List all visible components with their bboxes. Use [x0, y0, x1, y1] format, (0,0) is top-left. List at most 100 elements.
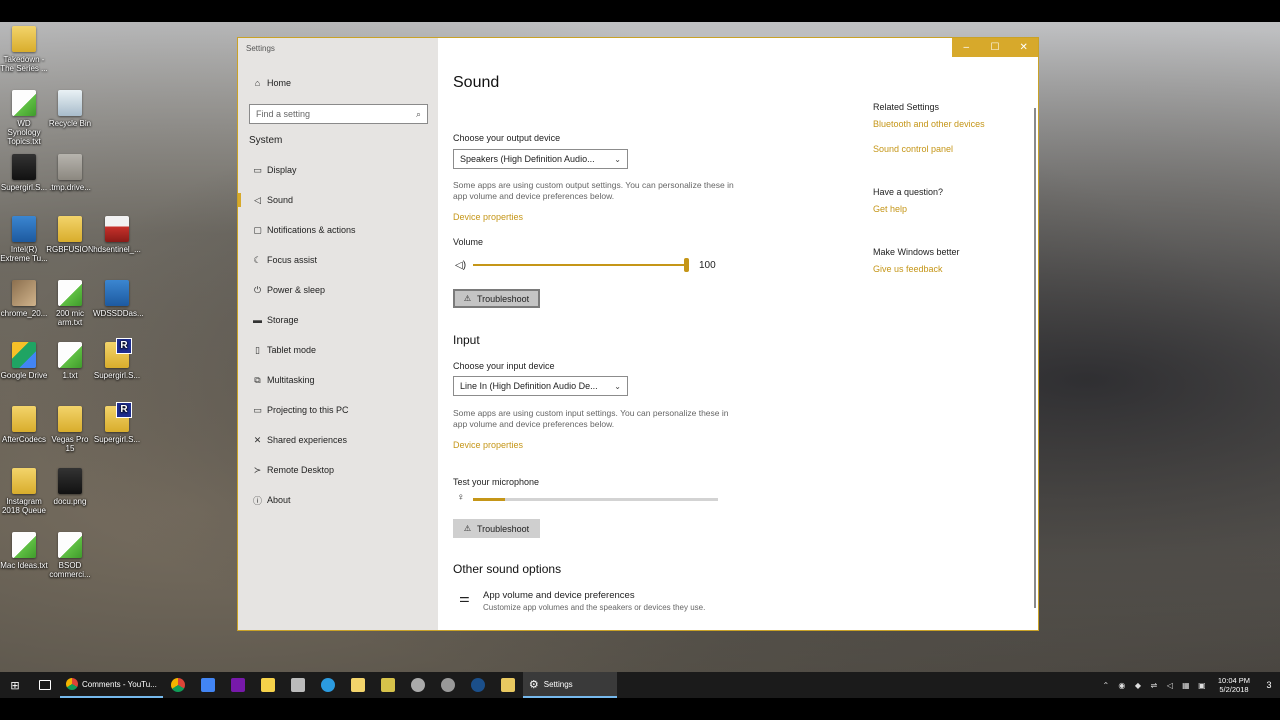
task-view-icon[interactable] [30, 672, 60, 698]
moon-icon: ☾ [253, 254, 262, 265]
desktop-icon[interactable]: RGBFUSION [46, 216, 94, 254]
network-icon[interactable]: ▦ [1179, 681, 1193, 690]
app-volume-link[interactable]: App volume and device preferences [483, 590, 635, 601]
power-icon: ⏻ [253, 284, 262, 295]
sidebar-item-tablet-mode[interactable]: ▯ Tablet mode [248, 339, 428, 361]
desktop-icon[interactable]: docu.png [46, 468, 94, 506]
folder-icon [58, 406, 82, 432]
output-troubleshoot-button[interactable]: ⚠ Troubleshoot [453, 289, 540, 308]
folder-icon[interactable] [493, 672, 523, 698]
desktop-icon[interactable]: 200 mic arm.txt [46, 280, 94, 327]
app-icon[interactable] [313, 672, 343, 698]
desktop-icon[interactable]: Recycle Bin [46, 90, 94, 128]
folder-icon [12, 468, 36, 494]
desktop-icon[interactable]: Intel(R) Extreme Tu... [0, 216, 48, 263]
desktop-icon[interactable]: Supergirl.S... [0, 154, 48, 192]
volume-slider-track[interactable] [473, 264, 686, 266]
chevron-up-icon[interactable]: ⌃ [1099, 681, 1113, 690]
settings-sidebar: Settings ⌂ Home Find a setting ⌕ System … [238, 38, 438, 630]
usb-icon[interactable]: ⇌ [1147, 681, 1161, 690]
folder-icon [58, 216, 82, 242]
display-icon: ▭ [253, 164, 262, 175]
get-help-link[interactable]: Get help [873, 204, 907, 214]
steam-icon[interactable] [463, 672, 493, 698]
security-icon[interactable]: ▣ [1195, 681, 1209, 690]
sidebar-item-display[interactable]: ▭ Display [248, 159, 428, 181]
sidebar-item-focus-assist[interactable]: ☾ Focus assist [248, 249, 428, 271]
sticky-notes-icon[interactable] [253, 672, 283, 698]
speaker-icon[interactable]: ◁ [1163, 681, 1177, 690]
sidebar-item-about[interactable]: ⓘ About [248, 489, 428, 511]
scrollbar[interactable] [1034, 108, 1036, 608]
chrome-icon[interactable] [163, 672, 193, 698]
feedback-link[interactable]: Give us feedback [873, 264, 943, 274]
app-icon[interactable] [373, 672, 403, 698]
sidebar-item-remote-desktop[interactable]: ≻ Remote Desktop [248, 459, 428, 481]
sidebar-item-power-sleep[interactable]: ⏻ Power & sleep [248, 279, 428, 301]
desktop-icon[interactable]: BSOD commerci... [46, 532, 94, 579]
sidebar-item-shared-experiences[interactable]: ✕ Shared experiences [248, 429, 428, 451]
input-troubleshoot-button[interactable]: ⚠ Troubleshoot [453, 519, 540, 538]
text-file-icon [12, 90, 36, 116]
desktop-icon[interactable]: chrome_20... [0, 280, 48, 318]
warning-icon: ⚠ [463, 524, 471, 533]
find-setting-input[interactable]: Find a setting ⌕ [249, 104, 428, 124]
start-button[interactable]: ⊞ [0, 672, 30, 698]
desktop-icon[interactable]: Instagram 2018 Queue [0, 468, 48, 515]
desktop-icon[interactable]: Vegas Pro 15 [46, 406, 94, 453]
onenote-icon[interactable] [223, 672, 253, 698]
equalizer-icon: ⚌ [459, 591, 470, 605]
mic-level-track [473, 498, 718, 501]
desktop-icon[interactable]: Supergirl.S... [93, 338, 141, 380]
sound-control-panel-link[interactable]: Sound control panel [873, 144, 953, 154]
output-device-dropdown[interactable]: Speakers (High Definition Audio... ⌄ [453, 149, 628, 169]
clock[interactable]: 10:04 PM 5/2/2018 [1218, 676, 1250, 694]
desktop-icon[interactable]: Takedown - The Series ... [0, 26, 48, 73]
dropbox-icon[interactable]: ◆ [1131, 681, 1145, 690]
sidebar-item-sound[interactable]: ◁ Sound [238, 189, 428, 211]
desktop-icon[interactable]: Google Drive [0, 342, 48, 380]
taskbar: ⊞ Comments - YouTu... ⚙ Settings ⌃ ◉ ◆ ⇌… [0, 672, 1280, 698]
screen-top-border [0, 0, 1280, 22]
multitasking-icon: ⧉ [254, 374, 261, 385]
storage-icon: ▬ [253, 315, 262, 325]
desktop-icon[interactable]: WDSSDDas... [93, 280, 144, 318]
sidebar-item-projecting[interactable]: ▭ Projecting to this PC [248, 399, 428, 421]
volume-slider-thumb[interactable] [684, 258, 689, 272]
sidebar-item-notifications[interactable]: ▢ Notifications & actions [248, 219, 428, 241]
sidebar-item-multitasking[interactable]: ⧉ Multitasking [248, 369, 428, 391]
tablet-icon: ▯ [255, 344, 260, 355]
desktop-icon[interactable]: Mac Ideas.txt [0, 532, 48, 570]
app-icon[interactable] [433, 672, 463, 698]
input-device-properties-link[interactable]: Device properties [453, 440, 523, 450]
app-icon[interactable] [283, 672, 313, 698]
desktop-icon[interactable]: 1.txt [46, 342, 94, 380]
app-icon [105, 216, 129, 242]
desktop-icon[interactable]: AfterCodecs [0, 406, 48, 444]
window-title: Settings [246, 44, 275, 53]
other-sound-heading: Other sound options [453, 562, 562, 576]
input-device-dropdown[interactable]: Line In (High Definition Audio De... ⌄ [453, 376, 628, 396]
nav-home[interactable]: ⌂ Home [248, 72, 428, 94]
desktop-icon[interactable]: Supergirl.S... [93, 402, 141, 444]
notification-center-button[interactable]: 3 [1258, 680, 1280, 690]
projecting-icon: ▭ [253, 404, 262, 415]
speaker-icon[interactable]: ◁) [455, 260, 466, 271]
bluetooth-link[interactable]: Bluetooth and other devices [873, 119, 985, 129]
notification-count-badge: 3 [1266, 680, 1272, 690]
discord-icon[interactable]: ◉ [1115, 681, 1129, 690]
docs-icon[interactable] [193, 672, 223, 698]
sidebar-item-storage[interactable]: ▬ Storage [248, 309, 428, 331]
output-device-properties-link[interactable]: Device properties [453, 212, 523, 222]
text-file-icon [58, 280, 82, 306]
desktop-icon[interactable]: .tmp.drive... [46, 154, 94, 192]
desktop-icon[interactable]: hdsentinel_... [93, 216, 141, 254]
taskbar-app-chrome[interactable]: Comments - YouTu... [60, 672, 163, 698]
app-icon[interactable] [403, 672, 433, 698]
taskbar-app-settings[interactable]: ⚙ Settings [522, 672, 617, 698]
input-device-label: Choose your input device [453, 361, 555, 371]
page-title: Sound [453, 74, 500, 91]
file-explorer-icon[interactable] [343, 672, 373, 698]
speaker-icon: ◁ [254, 194, 261, 205]
desktop-icon[interactable]: WD Synology Topics.txt [0, 90, 48, 146]
